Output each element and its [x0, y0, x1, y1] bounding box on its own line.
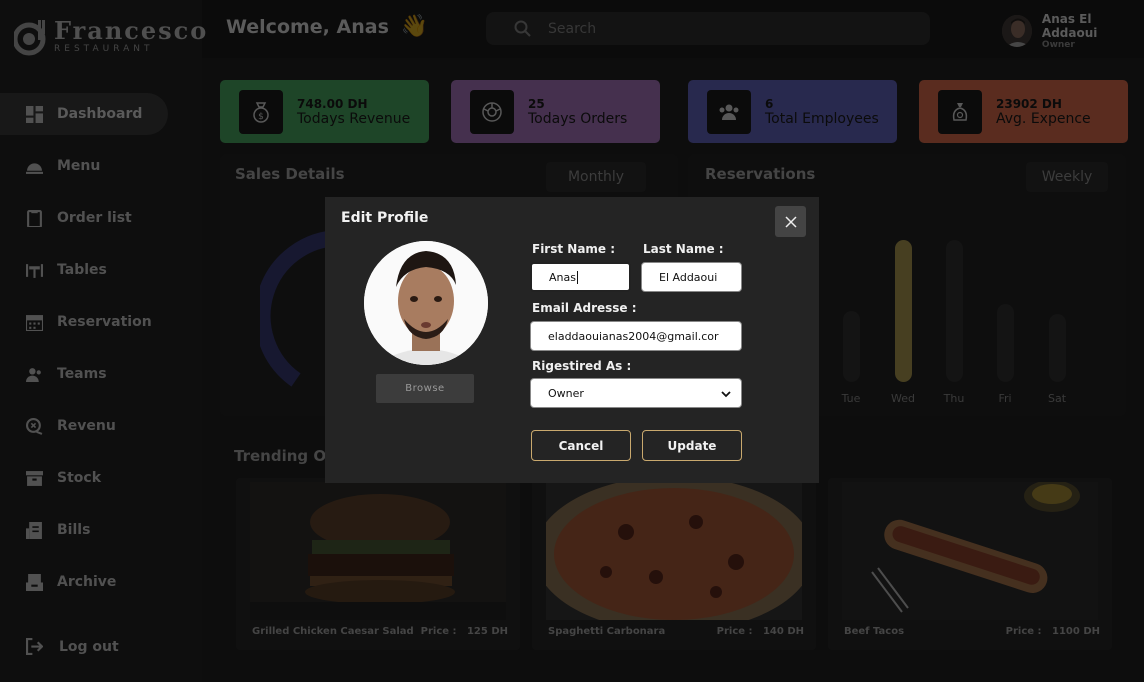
first-name-field[interactable]: Anas — [530, 262, 631, 292]
close-icon — [784, 215, 797, 228]
role-select[interactable]: Owner — [530, 378, 742, 408]
role-value: Owner — [548, 386, 584, 400]
text-caret — [576, 270, 578, 284]
first-name-label: First Name : — [532, 242, 616, 256]
first-name-value: Anas — [549, 270, 576, 284]
email-field[interactable]: eladdaouianas2004@gmail.cor — [530, 321, 742, 351]
browse-button[interactable]: Browse — [376, 374, 474, 403]
cancel-button[interactable]: Cancel — [531, 430, 631, 461]
role-label: Rigestired As : — [532, 359, 632, 373]
email-label: Email Adresse : — [532, 301, 637, 315]
email-value: eladdaouianas2004@gmail.cor — [548, 329, 719, 343]
last-name-label: Last Name : — [643, 242, 724, 256]
edit-profile-dialog: Edit Profile Browse First Name : Last Na… — [325, 197, 819, 483]
update-button[interactable]: Update — [642, 430, 742, 461]
dialog-title: Edit Profile — [341, 210, 429, 226]
last-name-value: El Addaoui — [659, 270, 718, 284]
chevron-down-icon — [721, 391, 731, 398]
last-name-field[interactable]: El Addaoui — [641, 262, 742, 292]
profile-photo — [364, 241, 488, 365]
close-button[interactable] — [775, 206, 806, 237]
